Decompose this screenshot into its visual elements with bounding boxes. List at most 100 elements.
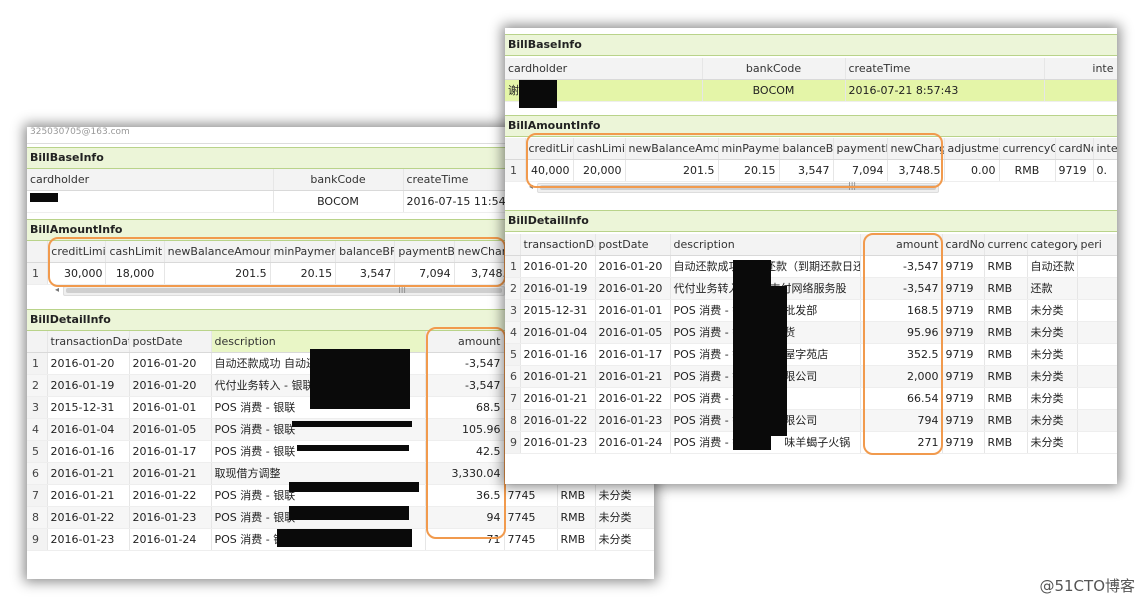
cell-postdate[interactable]: 2016-01-24 [595, 431, 671, 454]
cell-amount[interactable]: 2,000 [860, 365, 943, 388]
col-balancebf[interactable]: balanceBF [335, 241, 396, 263]
cell-category[interactable]: 未分类 [1027, 409, 1078, 432]
cell-postdate[interactable]: 2016-01-22 [595, 387, 671, 410]
cell-transactiondate[interactable]: 2016-01-16 [47, 440, 130, 463]
col-transactiondate[interactable]: transactionDate [47, 331, 130, 353]
cell-currency[interactable]: RMB [984, 321, 1028, 344]
table-row[interactable]: 12016-01-202016-01-20自动还款成功 自动还款（到期还款日还款… [505, 255, 1117, 278]
cell-currency[interactable]: RMB [557, 528, 596, 551]
cell-postdate[interactable]: 2016-01-22 [129, 484, 212, 507]
cell-amount[interactable]: 68.5 [425, 396, 505, 419]
cell-transactiondate[interactable]: 2016-01-04 [520, 321, 596, 344]
cell-period[interactable] [1077, 343, 1117, 366]
cell-balancebf[interactable]: 3,547 [335, 262, 396, 285]
cell-cashlimit[interactable]: 18,000 [105, 262, 165, 285]
cell-newbalanceamount[interactable]: 201.5 [164, 262, 271, 285]
cell-cardno[interactable]: 9719 [942, 343, 985, 366]
cell-currencycode[interactable]: RMB [999, 159, 1056, 182]
cell-creditlimit[interactable]: 30,000 [47, 262, 107, 285]
cell-period[interactable] [1077, 431, 1117, 454]
cell-amount[interactable]: 794 [860, 409, 943, 432]
cell-bankcode[interactable]: BOCOM [702, 79, 846, 102]
cell-period[interactable] [1077, 409, 1117, 432]
cell-amount[interactable]: 105.96 [425, 418, 505, 441]
cell-amount[interactable]: -3,547 [425, 374, 505, 397]
cell-currency[interactable]: RMB [984, 387, 1028, 410]
right-amount-hscrollbar[interactable]: ◂ ||| [529, 181, 939, 193]
col-currency[interactable]: currency [984, 234, 1028, 256]
cell-cardno[interactable]: 9719 [942, 365, 985, 388]
cell-description[interactable]: POS 消费 - 银联 [211, 440, 426, 463]
cell-transactiondate[interactable]: 2016-01-22 [47, 506, 130, 529]
cell-category[interactable]: 未分类 [1027, 431, 1078, 454]
cell-amount[interactable]: -3,547 [425, 352, 505, 375]
col-currencycode[interactable]: currencyCod [999, 138, 1056, 160]
cell-paymentbf[interactable]: 7,094 [394, 262, 455, 285]
cell-currency[interactable]: RMB [984, 431, 1028, 454]
col-category[interactable]: category [1027, 234, 1078, 256]
cell-postdate[interactable]: 2016-01-20 [129, 374, 212, 397]
cell-category[interactable]: 还款 [1027, 277, 1078, 300]
cell-cardno[interactable]: 7745 [504, 484, 558, 507]
cell-category[interactable]: 未分类 [1027, 299, 1078, 322]
cell-postdate[interactable]: 2016-01-05 [595, 321, 671, 344]
col-paymentbf[interactable]: paymentBF [833, 138, 888, 160]
col-cashlimit[interactable]: cashLimit [105, 241, 165, 263]
cell-transactiondate[interactable]: 2016-01-21 [520, 365, 596, 388]
table-row[interactable]: 2 2016-01-19 2016-01-20 代付业务转入 支付网络服务股 -3,547… [505, 277, 1117, 300]
col-paymentbf[interactable]: paymentBF [394, 241, 455, 263]
cell-cardno[interactable]: 9719 [942, 409, 985, 432]
cell-cardno[interactable]: 9719 [942, 431, 985, 454]
cell-cardno[interactable]: 9719 [942, 387, 985, 410]
cell-currency[interactable]: RMB [557, 506, 596, 529]
cell-currency[interactable]: RMB [984, 409, 1028, 432]
scroll-thumb[interactable] [540, 185, 936, 190]
cell-postdate[interactable]: 2016-01-01 [129, 396, 212, 419]
cell-amount[interactable]: 94 [425, 506, 505, 529]
left-amount-hscrollbar[interactable]: ◂ ||| [55, 284, 505, 296]
cell-transactiondate[interactable]: 2016-01-21 [47, 462, 130, 485]
col-cardno[interactable]: cardNo [1055, 138, 1094, 160]
cell-postdate[interactable]: 2016-01-01 [595, 299, 671, 322]
cell-category[interactable]: 未分类 [1027, 343, 1078, 366]
col-amount[interactable]: amount [860, 234, 943, 256]
cell-cashlimit[interactable]: 20,000 [573, 159, 626, 182]
cell-transactiondate[interactable]: 2016-01-20 [520, 255, 596, 278]
table-row[interactable]: 9 2016-01-23 2016-01-24 POS 消费 - 银联 味羊蝎子火锅 27… [505, 431, 1117, 454]
cell-amount[interactable]: 36.5 [425, 484, 505, 507]
cell-cardno[interactable]: 9719 [942, 299, 985, 322]
table-row[interactable]: 8 2016-01-22 2016-01-23 POS 消费 - 银有限公司 794 97… [505, 409, 1117, 432]
cell-cardno[interactable]: 7745 [504, 528, 558, 551]
cell-paymentbf[interactable]: 7,094 [833, 159, 888, 182]
cell-transactiondate[interactable]: 2016-01-21 [47, 484, 130, 507]
cell-category[interactable]: 未分类 [1027, 387, 1078, 410]
cell-transactiondate[interactable]: 2016-01-22 [520, 409, 596, 432]
col-period-truncated[interactable]: peri [1077, 234, 1117, 256]
cell-cardno[interactable]: 9719 [942, 255, 985, 278]
col-newcharge[interactable]: newCharge [887, 138, 945, 160]
col-creditlimit[interactable]: creditLimit [47, 241, 107, 263]
cell-amount[interactable]: -3,547 [860, 277, 943, 300]
cell-category[interactable]: 未分类 [595, 484, 654, 507]
cell-postdate[interactable]: 2016-01-20 [595, 255, 671, 278]
col-postdate[interactable]: postDate [595, 234, 671, 256]
cell-bankcode[interactable]: BOCOM [273, 190, 404, 213]
col-cardno[interactable]: cardNo [942, 234, 985, 256]
cell-period[interactable] [1077, 387, 1117, 410]
cell-interest[interactable]: 0. [1093, 159, 1117, 182]
scroll-thumb[interactable] [66, 288, 502, 293]
cell-period[interactable] [1077, 321, 1117, 344]
cell-cardno[interactable]: 7745 [504, 506, 558, 529]
cell-currency[interactable]: RMB [984, 343, 1028, 366]
cell-category[interactable]: 未分类 [1027, 321, 1078, 344]
cell-cardholder[interactable] [27, 190, 274, 213]
cell-postdate[interactable]: 2016-01-17 [129, 440, 212, 463]
cell-amount[interactable]: 3,330.04 [425, 462, 505, 485]
col-creditlimit[interactable]: creditLimit [525, 138, 574, 160]
col-interest-truncated[interactable]: inte [1044, 58, 1117, 80]
cell-amount[interactable]: 42.5 [425, 440, 505, 463]
cell-minpayment[interactable]: 20.15 [718, 159, 780, 182]
cell-currency[interactable]: RMB [557, 484, 596, 507]
col-newbalanceamount[interactable]: newBalanceAmount [164, 241, 271, 263]
col-cardholder[interactable]: cardholder [505, 58, 703, 80]
